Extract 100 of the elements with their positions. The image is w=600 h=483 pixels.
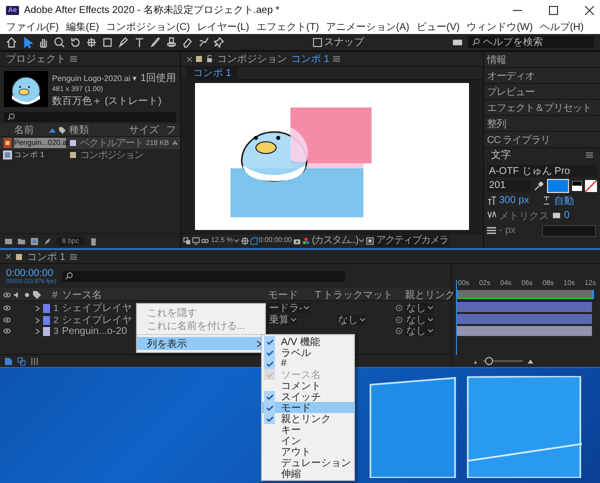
fill-color-swatch[interactable] [547,178,569,192]
zoom-in-icon[interactable] [527,358,534,364]
text-tool-icon[interactable] [134,36,145,48]
camera-dropdown[interactable]: アクティブカメラ [374,235,449,247]
layer-name[interactable]: Penguin...o-20 [62,326,134,336]
menu-item[interactable]: ヘルプ(H) [540,20,584,34]
region-icon[interactable] [240,237,249,245]
default-colors-icon[interactable] [572,180,582,190]
submenu-item[interactable]: デュレーション [262,457,354,468]
stamp-icon[interactable] [166,36,177,48]
brush-icon[interactable] [150,36,161,48]
parent-dropdown[interactable]: なし [405,315,434,325]
slider-thumb[interactable] [485,357,493,365]
panel-title[interactable]: プロジェクト [6,52,66,66]
close-icon[interactable] [585,6,594,14]
menu-item[interactable]: ビュー(V) [416,20,460,34]
snap-checkbox[interactable]: スナップ [313,35,364,49]
hand-icon[interactable] [38,36,49,48]
panel-header[interactable]: オーディオ [484,68,600,83]
stroke-width-value[interactable]: - px [499,225,539,236]
submenu-item[interactable]: スイッチ [262,391,354,402]
menu-item[interactable]: レイヤー(L) [197,20,250,34]
layers-icon[interactable] [183,237,191,245]
submenu-item[interactable]: アウト [262,446,354,457]
font-style-dropdown[interactable]: 201 [487,180,531,192]
eraser-icon[interactable] [182,36,193,48]
camera-icon[interactable] [292,237,301,245]
label-color-swatch[interactable] [43,326,50,336]
parent-dropdown[interactable]: なし [405,326,434,336]
layer-switches-icon[interactable] [4,356,13,366]
column-header[interactable]: T [315,290,323,300]
submenu-item[interactable]: キー [262,424,354,435]
stroke-color-swatch[interactable] [585,180,597,192]
zoom-icon[interactable] [54,36,65,48]
label-color-swatch[interactable] [70,152,76,158]
label-color-swatch[interactable] [70,140,76,146]
panel-header[interactable]: CC ライブラリ [484,132,600,147]
current-time[interactable]: 0:00:00:00 [6,268,56,278]
kerning-value[interactable]: メトリクス [499,208,549,222]
column-header[interactable]: ソース名 [62,288,268,302]
submenu-item[interactable]: # [262,358,354,369]
project-search-field[interactable] [4,112,176,122]
trash-icon[interactable] [89,236,98,246]
safe-area-icon[interactable] [366,237,374,245]
column-header[interactable]: フ [166,123,176,137]
glasses-icon[interactable] [201,237,209,245]
menu-item[interactable]: エフェクト(T) [256,20,320,34]
rectangle-icon[interactable] [102,36,113,48]
submenu-item[interactable]: A/V 機能 [262,336,354,347]
rocket-icon[interactable] [43,236,52,246]
panel-menu-icon[interactable] [70,254,78,260]
flowchart-icon[interactable] [173,139,177,147]
panel-menu-icon[interactable] [70,56,77,62]
eyedropper-icon[interactable] [534,180,544,190]
column-header[interactable]: 種類 [68,123,126,137]
column-header[interactable]: サイズ [128,123,163,137]
footage-name[interactable]: Penguin Logo-2020.ai ▾ [52,74,137,82]
column-header[interactable]: 名前 [4,123,46,137]
column-header[interactable]: # [52,290,62,300]
new-composition-icon[interactable] [30,236,39,246]
blend-mode-dropdown[interactable]: ードラ- [268,303,310,313]
submenu-item[interactable]: コメント [262,380,354,391]
home-icon[interactable] [6,36,17,48]
submenu-item[interactable]: モード [262,402,354,413]
layer-name[interactable]: シェイプレイヤ [62,301,134,315]
tracking-value[interactable]: 0 [564,210,597,221]
panel-menu-icon[interactable] [586,152,593,158]
panel-header[interactable]: エフェクト＆プリセット [484,100,600,115]
menu-item[interactable]: 編集(E) [66,20,100,34]
panel-header[interactable]: 情報 [484,52,600,67]
menu-item[interactable]: ファイル(F) [6,20,59,34]
eye-icon[interactable] [3,327,11,335]
submenu-item[interactable]: ラベル [262,347,354,358]
menu-item[interactable]: アニメーション(A) [326,20,410,34]
arrow-pointer-icon[interactable] [22,36,33,48]
submenu-item[interactable]: 伸縮 [262,468,354,479]
menu-item[interactable]: コンポジション(C) [106,20,190,34]
column-header[interactable]: トラックマット [323,288,405,302]
column-header[interactable]: 親とリンク [405,288,451,302]
menu-item[interactable]: ウィンドウ(W) [466,20,533,34]
crosshair-icon[interactable] [86,36,97,48]
rotate-icon[interactable] [70,36,81,48]
maximize-icon[interactable] [549,6,558,14]
panel-header[interactable]: プレビュー [484,84,600,99]
eye-icon[interactable] [3,304,11,312]
panel-header[interactable]: 整列 [484,116,600,131]
channel-dropdown[interactable]: (カスタム...) [310,235,365,247]
label-color-swatch[interactable] [43,316,50,324]
blend-mode-dropdown[interactable]: 乗算 [268,315,297,325]
layer-name[interactable]: シェイプレイヤ [62,313,134,327]
label-color-swatch[interactable] [43,304,50,312]
lock-icon[interactable] [206,55,213,63]
panel-menu-icon[interactable] [333,56,340,62]
rgb-channels-icon[interactable] [302,237,310,245]
font-family-dropdown[interactable]: A-OTF じゅん Pro [487,164,597,176]
work-area-bar[interactable] [456,290,594,299]
column-header[interactable]: モード [268,288,315,302]
font-size-value[interactable]: 300 px [499,195,539,206]
submenu-item[interactable]: 親とリンク [262,413,354,424]
composition-breadcrumb[interactable]: コンポ 1 [187,66,238,80]
